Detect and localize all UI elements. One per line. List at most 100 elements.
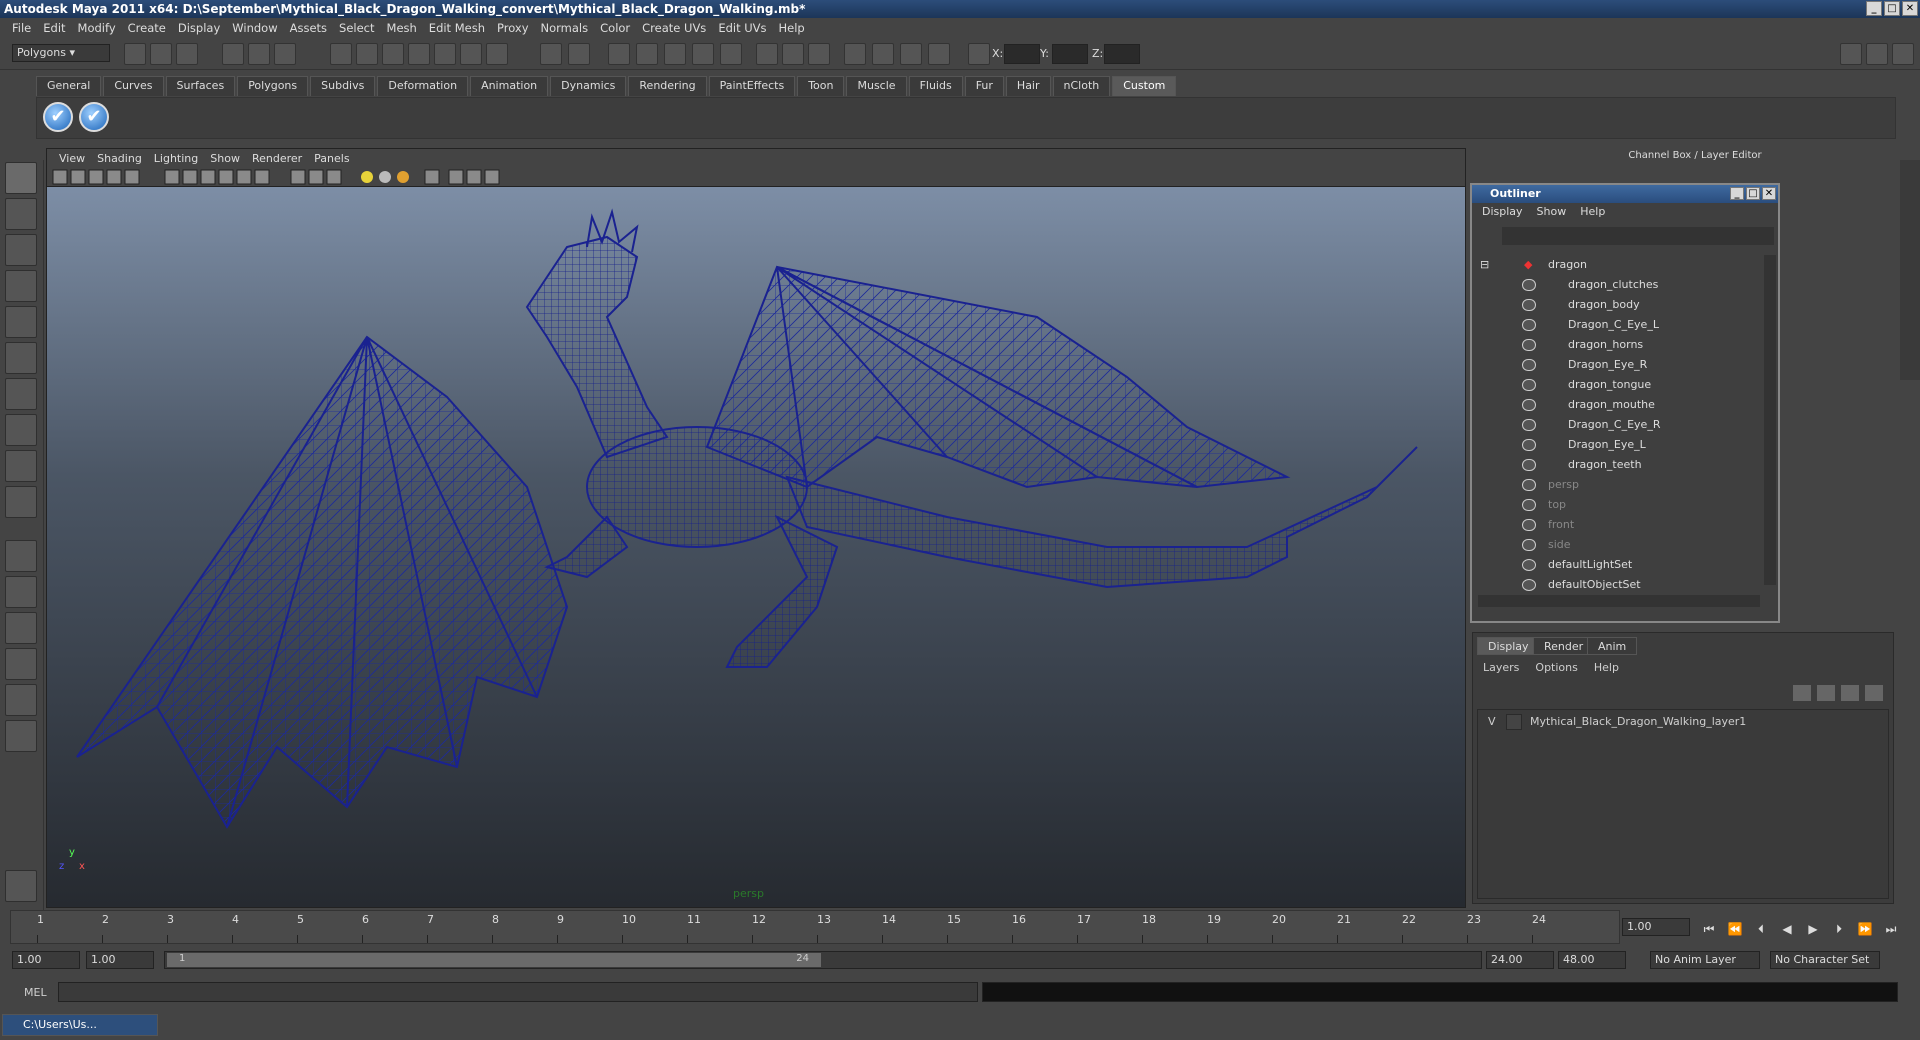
graph-layout-icon[interactable] <box>5 648 37 680</box>
menu-proxy[interactable]: Proxy <box>491 21 535 35</box>
outliner-close-button[interactable]: ✕ <box>1762 187 1776 200</box>
step-forward-frame-icon[interactable]: ⏵ <box>1828 922 1850 940</box>
shelf-tab-hair[interactable]: Hair <box>1005 76 1051 96</box>
viewport-menu-shading[interactable]: Shading <box>91 152 148 165</box>
render-view-icon[interactable] <box>756 43 778 65</box>
shelf-tab-rendering[interactable]: Rendering <box>628 76 707 96</box>
layer-row[interactable]: V Mythical_Black_Dragon_Walking_layer1 <box>1478 712 1888 732</box>
menu-edit-uvs[interactable]: Edit UVs <box>712 21 772 35</box>
viewport-menu-panels[interactable]: Panels <box>308 152 355 165</box>
layer-visibility-toggle[interactable]: V <box>1488 715 1496 728</box>
layer-menu-layers[interactable]: Layers <box>1483 661 1519 674</box>
viewport-menu-lighting[interactable]: Lighting <box>148 152 204 165</box>
playback-start-field[interactable]: 1.00 <box>86 951 154 969</box>
move-tool-icon[interactable] <box>5 270 37 302</box>
shelf-tab-curves[interactable]: Curves <box>103 76 164 96</box>
menu-color[interactable]: Color <box>594 21 636 35</box>
menu-mesh[interactable]: Mesh <box>381 21 423 35</box>
shelf-tab-polygons[interactable]: Polygons <box>237 76 309 96</box>
shelf-tab-painteffects[interactable]: PaintEffects <box>708 76 796 96</box>
menu-window[interactable]: Window <box>226 21 283 35</box>
new-empty-layer-icon[interactable] <box>1841 685 1859 701</box>
snap-curve-icon[interactable] <box>356 43 378 65</box>
snap-point-icon[interactable] <box>382 43 404 65</box>
outliner-item[interactable]: dragon_body <box>1472 295 1762 315</box>
outliner-item[interactable]: front <box>1472 515 1762 535</box>
outliner-item[interactable]: dragon_mouthe <box>1472 395 1762 415</box>
shelf-tab-muscle[interactable]: Muscle <box>846 76 907 96</box>
mel-label[interactable]: MEL <box>24 986 47 999</box>
menu-set-dropdown[interactable]: Polygons ▾ <box>12 44 110 62</box>
outliner-maximize-button[interactable]: □ <box>1746 187 1760 200</box>
menu-edit-mesh[interactable]: Edit Mesh <box>423 21 491 35</box>
menu-display[interactable]: Display <box>172 21 226 35</box>
outliner-menu-display[interactable]: Display <box>1482 205 1523 223</box>
taskbar-item[interactable]: C:\Users\Us... <box>2 1014 158 1036</box>
outliner-filter-field[interactable] <box>1502 227 1774 245</box>
step-forward-key-icon[interactable]: ⏩ <box>1854 922 1876 940</box>
select-tool-icon[interactable] <box>5 162 37 194</box>
show-attribute-editor-icon[interactable] <box>1840 43 1862 65</box>
current-frame-field[interactable]: 1.00 <box>1622 918 1690 936</box>
show-manipulator-icon[interactable] <box>5 450 37 482</box>
lock-icon[interactable] <box>540 43 562 65</box>
magnet-plane-icon[interactable] <box>692 43 714 65</box>
select-component-icon[interactable] <box>274 43 296 65</box>
anim-layer-dropdown[interactable]: No Anim Layer <box>1650 951 1760 969</box>
menu-create[interactable]: Create <box>122 21 172 35</box>
outliner-item[interactable]: top <box>1472 495 1762 515</box>
maximize-button[interactable]: □ <box>1884 1 1900 16</box>
soft-mod-tool-icon[interactable] <box>5 414 37 446</box>
menu-file[interactable]: File <box>6 21 37 35</box>
four-view-layout-icon[interactable] <box>5 576 37 608</box>
rotate-tool-icon[interactable] <box>5 306 37 338</box>
magnet-curve-icon[interactable] <box>636 43 658 65</box>
time-slider[interactable]: 1 2 3 4 5 6 7 8 9 10 11 12 13 14 15 16 17 18 19 20 21 22 23 24 <box>10 910 1620 944</box>
outliner-item[interactable]: persp <box>1472 475 1762 495</box>
scale-tool-icon[interactable] <box>5 342 37 374</box>
outliner-menu-help[interactable]: Help <box>1580 205 1605 223</box>
minimize-button[interactable]: _ <box>1866 1 1882 16</box>
check-icon[interactable]: ✔ <box>79 102 109 132</box>
menu-help[interactable]: Help <box>773 21 811 35</box>
magnet-live-icon[interactable] <box>720 43 742 65</box>
history-icon[interactable] <box>460 43 482 65</box>
menu-create-uvs[interactable]: Create UVs <box>636 21 712 35</box>
layer-menu-help[interactable]: Help <box>1594 661 1619 674</box>
menu-normals[interactable]: Normals <box>535 21 595 35</box>
outliner-item[interactable]: defaultObjectSet <box>1472 575 1762 595</box>
help-icon[interactable] <box>486 43 508 65</box>
select-object-icon[interactable] <box>248 43 270 65</box>
outliner-item[interactable]: Dragon_Eye_R <box>1472 355 1762 375</box>
absolute-transform-icon[interactable] <box>968 43 990 65</box>
z-field[interactable] <box>1104 44 1140 64</box>
lasso-tool-icon[interactable] <box>5 198 37 230</box>
render-settings-icon[interactable] <box>844 43 866 65</box>
hypershade-icon[interactable] <box>872 43 894 65</box>
playback-end-field[interactable]: 24.00 <box>1486 951 1554 969</box>
range-slider-handle[interactable]: 1 24 <box>167 953 821 967</box>
go-to-end-icon[interactable]: ⏭ <box>1880 922 1902 940</box>
render-globals-icon[interactable] <box>900 43 922 65</box>
y-field[interactable] <box>1052 44 1088 64</box>
viewport-menu-view[interactable]: View <box>53 152 91 165</box>
shelf-tab-deformation[interactable]: Deformation <box>377 76 469 96</box>
outliner-vertical-scrollbar[interactable] <box>1764 255 1776 585</box>
snap-grid-icon[interactable] <box>330 43 352 65</box>
shelf-tab-animation[interactable]: Animation <box>470 76 549 96</box>
go-to-start-icon[interactable]: ⏮ <box>1698 922 1720 940</box>
magnet-icon[interactable] <box>608 43 630 65</box>
outliner-item[interactable]: dragon_clutches <box>1472 275 1762 295</box>
layer-type-toggle[interactable] <box>1506 714 1522 730</box>
save-scene-icon[interactable] <box>176 43 198 65</box>
step-back-key-icon[interactable]: ⏪ <box>1724 922 1746 940</box>
viewport-menu-renderer[interactable]: Renderer <box>246 152 308 165</box>
select-hierarchy-icon[interactable] <box>222 43 244 65</box>
outliner-item[interactable]: ⊟ ◆ dragon <box>1472 255 1762 275</box>
layer-menu-options[interactable]: Options <box>1535 661 1577 674</box>
mel-input[interactable] <box>58 982 978 1002</box>
play-backwards-icon[interactable]: ◀ <box>1776 922 1798 940</box>
make-live-icon[interactable] <box>434 43 456 65</box>
shelf-tab-fluids[interactable]: Fluids <box>908 76 963 96</box>
menu-modify[interactable]: Modify <box>72 21 122 35</box>
